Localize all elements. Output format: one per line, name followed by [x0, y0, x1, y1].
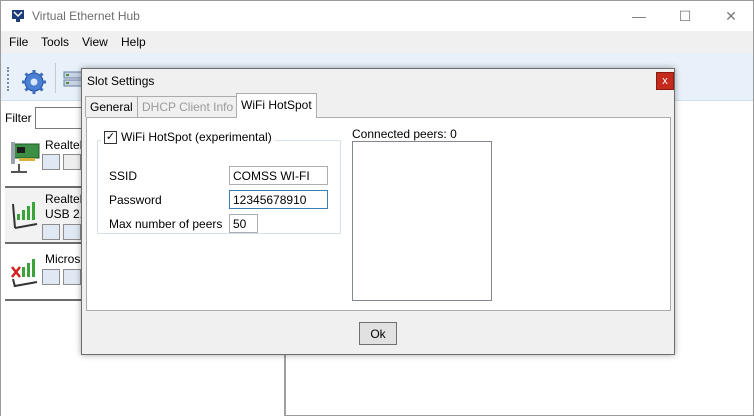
app-icon — [12, 10, 24, 22]
hotspot-group: SSID COMSS WI-FI Password 12345678910 Ma… — [97, 140, 341, 234]
network-card-icon — [11, 142, 40, 173]
max-peers-field[interactable]: 50 — [229, 214, 258, 233]
menu-tools[interactable]: Tools — [41, 35, 69, 49]
link-add-icon[interactable] — [42, 269, 60, 285]
link-remove-icon[interactable] — [63, 224, 81, 240]
wifi-disconnected-icon — [11, 259, 38, 287]
hotspot-enable-row[interactable]: ✓ WiFi HotSpot (experimental) — [101, 130, 275, 144]
wifi-icon — [12, 202, 38, 229]
wifi-hotspot-panel: SSID COMSS WI-FI Password 12345678910 Ma… — [86, 117, 671, 311]
menu-file[interactable]: File — [9, 35, 28, 49]
ok-button[interactable]: Ok — [359, 322, 397, 345]
window-title: Virtual Ethernet Hub — [32, 9, 140, 23]
hotspot-enable-label: WiFi HotSpot (experimental) — [121, 130, 272, 144]
filter-label: Filter — [5, 111, 32, 125]
title-bar: Virtual Ethernet Hub — ☐ ✕ — [1, 1, 753, 31]
tab-wifi-hotspot[interactable]: WiFi HotSpot — [236, 93, 317, 118]
link-add-icon[interactable] — [42, 154, 60, 170]
ssid-label: SSID — [109, 169, 138, 183]
link-remove-icon[interactable] — [63, 269, 81, 285]
hotspot-enable-checkbox[interactable]: ✓ — [104, 130, 117, 144]
pane-divider — [285, 353, 286, 415]
slot-settings-dialog: Slot Settings x General DHCP Client Info… — [81, 68, 675, 355]
menu-bar: File Tools View Help — [1, 31, 753, 53]
minimize-button[interactable]: — — [616, 1, 662, 31]
dialog-close-button[interactable]: x — [656, 72, 674, 90]
password-field[interactable]: 12345678910 — [229, 190, 328, 209]
password-label: Password — [109, 193, 162, 207]
maximize-button[interactable]: ☐ — [662, 1, 708, 31]
connected-peers-label: Connected peers: 0 — [352, 127, 457, 141]
menu-view[interactable]: View — [82, 35, 108, 49]
toolbar-grip[interactable] — [7, 67, 10, 91]
slot-name: Realtek — [45, 138, 86, 152]
tab-dhcp-client-info[interactable]: DHCP Client Info — [137, 96, 239, 117]
menu-help[interactable]: Help — [121, 35, 146, 49]
close-window-button[interactable]: ✕ — [708, 1, 754, 31]
slot-name: Micros — [45, 252, 81, 266]
ssid-field[interactable]: COMSS WI-FI — [229, 166, 328, 185]
max-peers-label: Max number of peers — [109, 217, 223, 231]
slot-name: Realtek — [45, 192, 86, 206]
main-window: Virtual Ethernet Hub — ☐ ✕ File Tools Vi… — [0, 0, 754, 416]
gear-icon[interactable] — [21, 69, 47, 95]
tab-general[interactable]: General — [85, 96, 138, 117]
link-remove-icon[interactable] — [63, 154, 81, 170]
toolbar-separator — [55, 63, 56, 93]
connected-peers-list[interactable] — [352, 141, 492, 301]
dialog-title: Slot Settings — [87, 74, 155, 88]
link-add-icon[interactable] — [42, 224, 60, 240]
